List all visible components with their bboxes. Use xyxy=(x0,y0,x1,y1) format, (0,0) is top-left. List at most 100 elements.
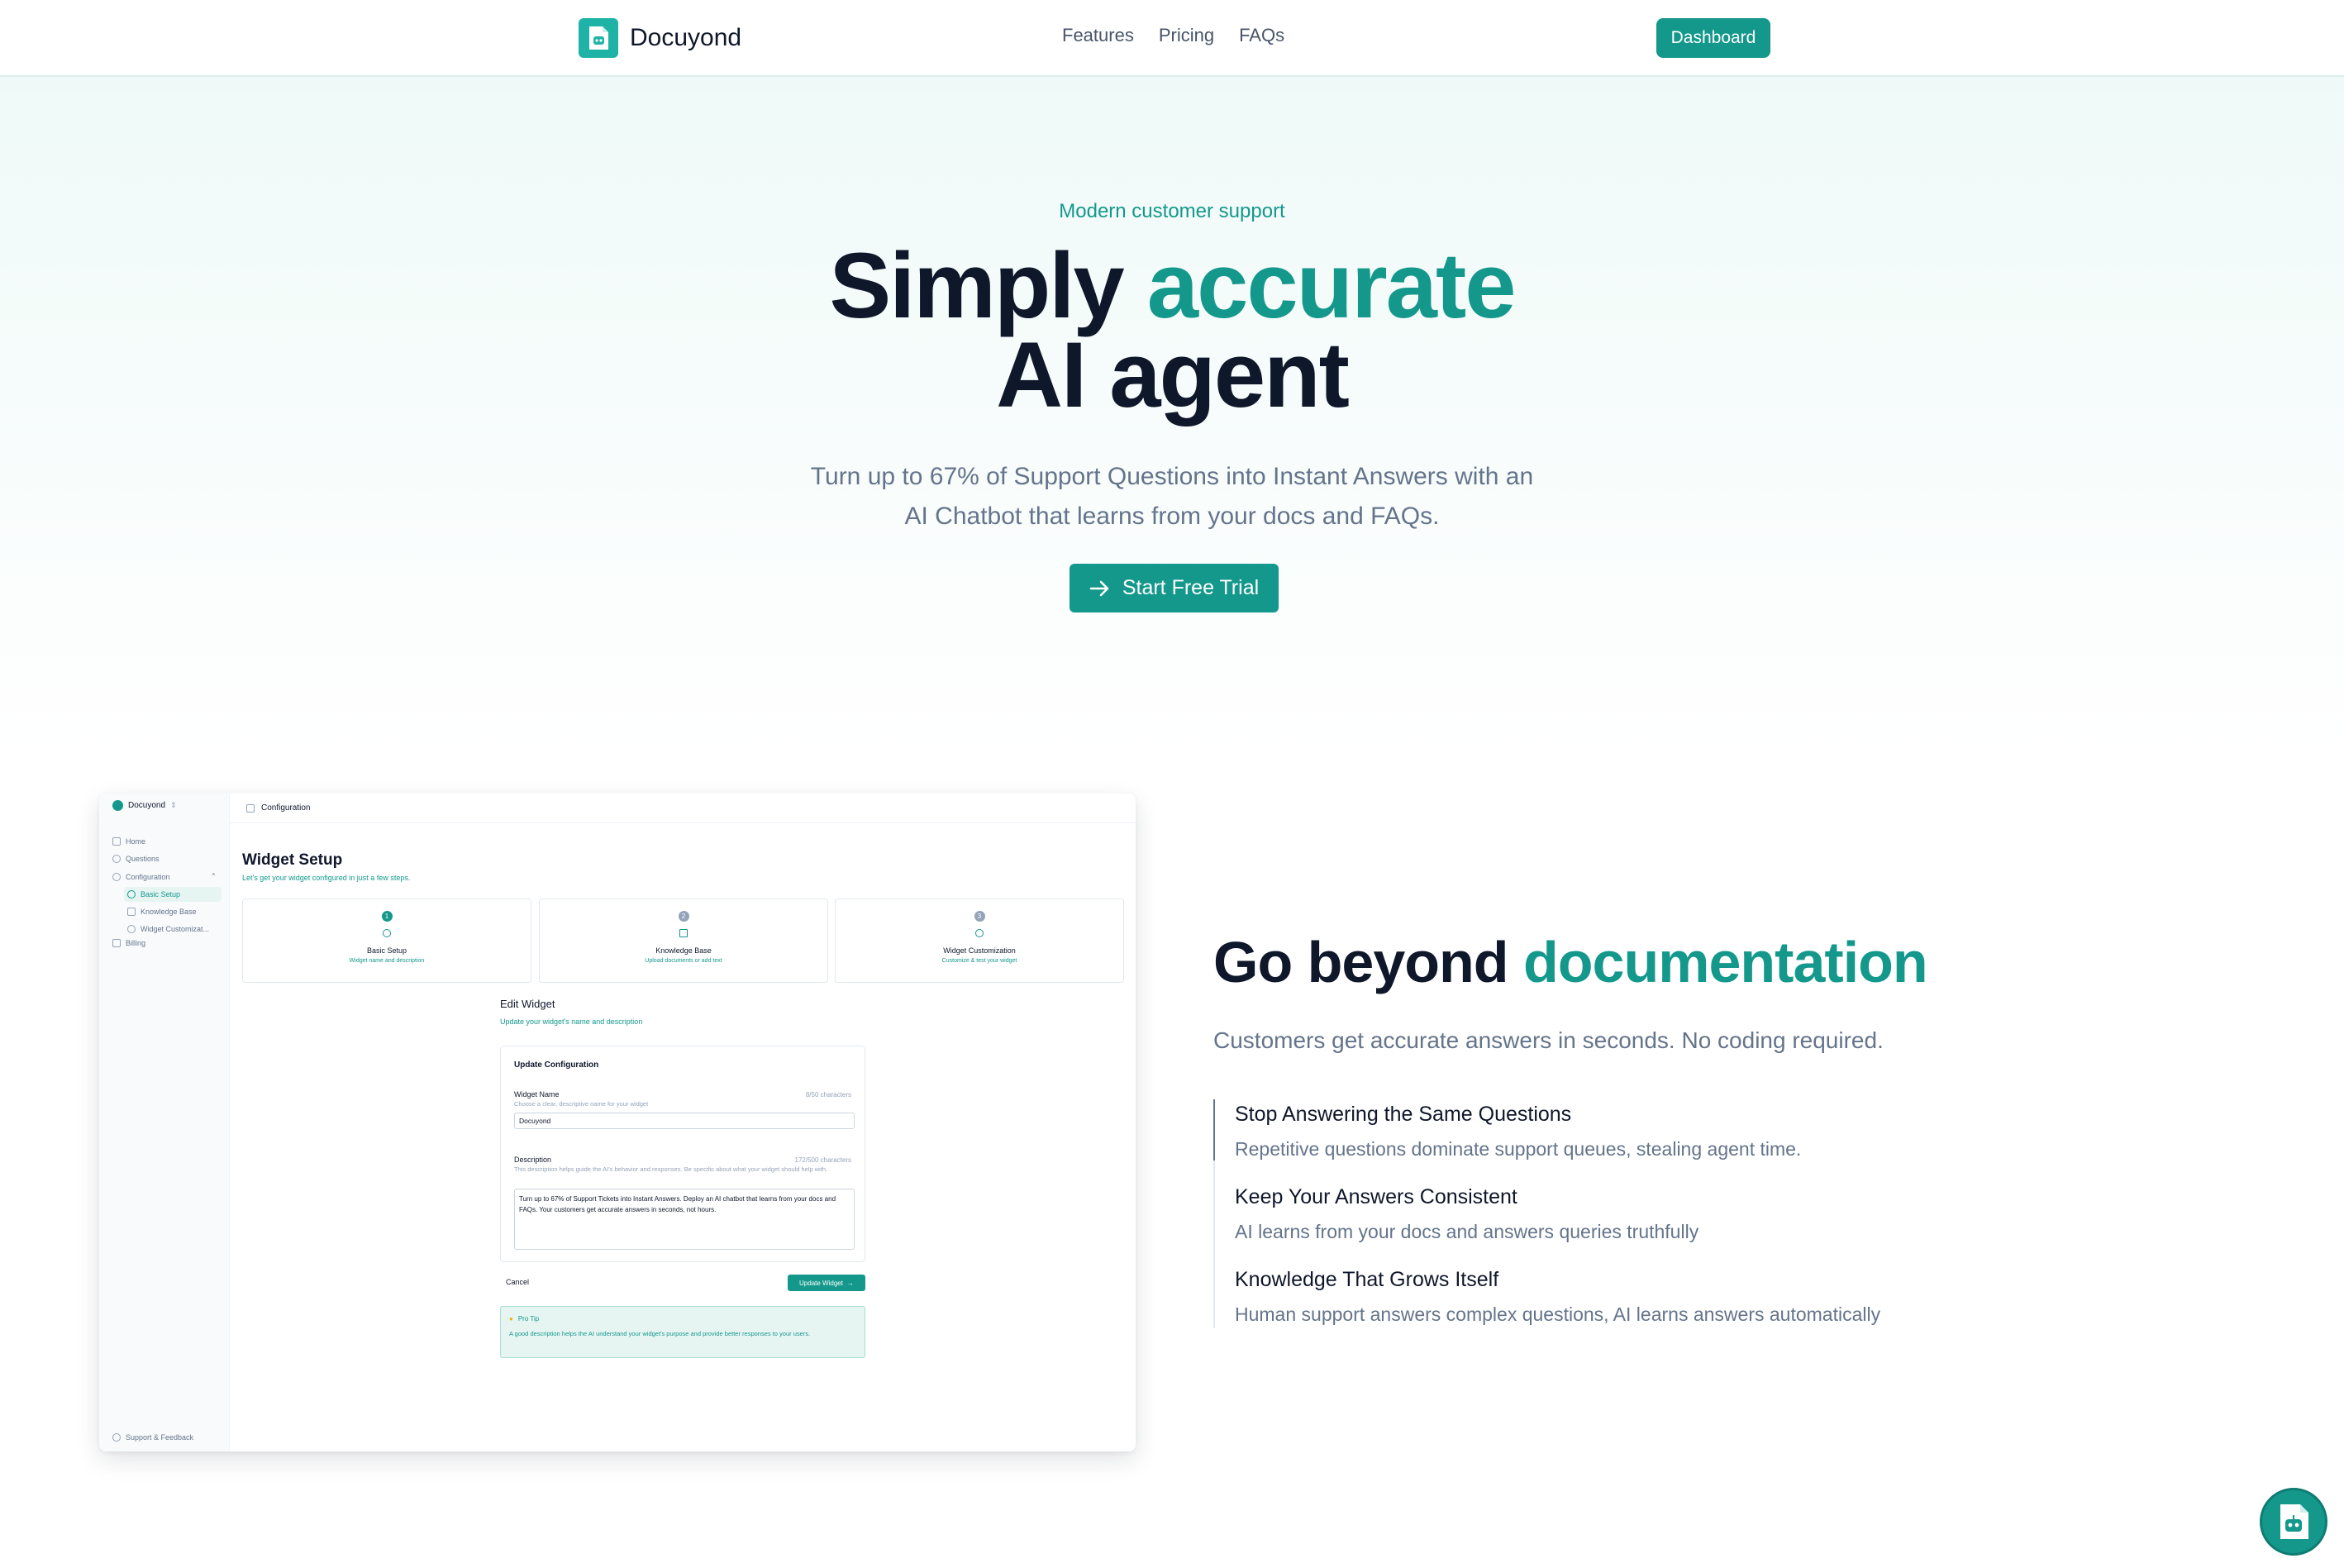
sidebar-item-widget-customization[interactable]: Widget Customizat... xyxy=(124,922,222,937)
page-title: Widget Setup xyxy=(242,851,343,869)
feature-title-accent: documentation xyxy=(1523,930,1928,994)
nav-link-faqs[interactable]: FAQs xyxy=(1239,25,1284,46)
pro-tip-box: ● Pro Tip A good description helps the A… xyxy=(500,1306,865,1358)
widget-name-help: Choose a clear, descriptive name for you… xyxy=(514,1100,649,1108)
sidebar-item-basic-setup[interactable]: Basic Setup xyxy=(124,887,222,902)
chevron-up-icon: ⌃ xyxy=(210,872,217,880)
feature-title: Go beyond documentation xyxy=(1213,929,1928,995)
shield-icon xyxy=(975,929,984,937)
app-topbar: Configuration xyxy=(230,794,1136,823)
sidebar-item-configuration[interactable]: Configuration ⌃ xyxy=(112,872,217,881)
step-number: 2 xyxy=(678,911,689,922)
step-desc: Customize & test your widget xyxy=(941,958,1017,964)
sidebar-item-label: Home xyxy=(126,837,146,846)
breadcrumb: Configuration xyxy=(246,803,310,813)
sidebar-item-label: Configuration xyxy=(126,872,170,881)
step-desc: Widget name and description xyxy=(349,958,425,964)
step-number: 3 xyxy=(974,911,985,922)
sidebar-item-billing[interactable]: Billing xyxy=(112,939,145,947)
cancel-button[interactable]: Cancel xyxy=(506,1278,529,1286)
book-icon xyxy=(679,929,688,937)
app-logo-icon xyxy=(112,800,123,811)
hero-title-accent: accurate xyxy=(1146,234,1517,337)
sidebar-item-label: Support & Feedback xyxy=(126,1433,194,1442)
feature-track-active xyxy=(1213,1099,1215,1161)
app-sidebar: Docuyond ⇕ Home Questions Configuration … xyxy=(99,794,230,1451)
top-navbar: Docuyond Features Pricing FAQs Dashboard xyxy=(0,0,2344,77)
sidebar-item-label: Billing xyxy=(126,939,146,947)
pro-tip-label: Pro Tip xyxy=(517,1315,540,1323)
step-basic-setup[interactable]: 1 Basic Setup Widget name and descriptio… xyxy=(242,898,531,983)
gear-icon xyxy=(112,872,121,881)
sidebar-item-label: Widget Customizat... xyxy=(141,925,210,933)
update-widget-button[interactable]: Update Widget → xyxy=(788,1275,865,1291)
chat-widget-button[interactable] xyxy=(2260,1488,2327,1556)
sidebar-item-questions[interactable]: Questions xyxy=(112,855,160,863)
lightbulb-icon: ● xyxy=(509,1315,513,1323)
feature-item-title: Knowledge That Grows Itself xyxy=(1235,1268,1499,1291)
feature-item-desc: AI learns from your docs and answers que… xyxy=(1235,1221,1699,1242)
hero-title: Simply accurate AI agent xyxy=(0,240,2344,422)
feature-item[interactable]: Keep Your Answers Consistent AI learns f… xyxy=(1235,1185,1698,1243)
description-label: Description xyxy=(514,1156,552,1164)
app-preview: Docuyond ⇕ Home Questions Configuration … xyxy=(99,794,1136,1451)
chat-bot-icon xyxy=(2280,1504,2308,1539)
arrow-right-icon: → xyxy=(846,1279,854,1287)
book-icon xyxy=(127,908,136,916)
step-knowledge-base[interactable]: 2 Knowledge Base Upload documents or add… xyxy=(539,898,828,983)
breadcrumb-label: Configuration xyxy=(261,803,311,813)
edit-widget-subtitle: Update your widget's name and descriptio… xyxy=(500,1018,643,1026)
step-name: Basic Setup xyxy=(366,946,407,955)
chevron-updown-icon: ⇕ xyxy=(170,801,177,809)
brand-logo[interactable]: Docuyond xyxy=(579,18,741,58)
feature-item[interactable]: Knowledge That Grows Itself Human suppor… xyxy=(1235,1268,1880,1326)
description-help: This description helps guide the AI's be… xyxy=(514,1165,828,1173)
chat-icon xyxy=(112,1433,121,1442)
feature-item-desc: Human support answers complex questions,… xyxy=(1235,1303,1881,1325)
feature-subtitle: Customers get accurate answers in second… xyxy=(1213,1027,1884,1053)
step-name: Widget Customization xyxy=(943,946,1016,955)
credit-card-icon xyxy=(112,939,121,947)
question-icon xyxy=(112,855,121,863)
widget-name-input[interactable] xyxy=(514,1113,855,1129)
widget-name-count: 8/50 characters xyxy=(805,1091,851,1099)
nav-link-features[interactable]: Features xyxy=(1062,25,1134,46)
gear-icon xyxy=(127,890,136,898)
home-icon xyxy=(112,837,121,846)
sidebar-item-label: Basic Setup xyxy=(141,890,181,898)
feature-list: Stop Answering the Same Questions Repeti… xyxy=(1213,1099,1957,1327)
step-widget-customization[interactable]: 3 Widget Customization Customize & test … xyxy=(835,898,1124,983)
sidebar-item-label: Knowledge Base xyxy=(141,908,197,916)
sidebar-toggle-icon[interactable] xyxy=(246,803,255,813)
feature-item[interactable]: Stop Answering the Same Questions Repeti… xyxy=(1235,1103,1801,1161)
step-desc: Upload documents or add text xyxy=(645,958,722,964)
feature-item-desc: Repetitive questions dominate support qu… xyxy=(1235,1138,1802,1160)
hero-title-part1: Simply xyxy=(829,234,1147,337)
logo-icon xyxy=(579,18,618,58)
sidebar-item-knowledge-base[interactable]: Knowledge Base xyxy=(124,904,222,919)
card-title: Update Configuration xyxy=(514,1060,599,1070)
main-nav: Features Pricing FAQs xyxy=(1062,25,1284,46)
gear-icon xyxy=(383,929,391,937)
shield-icon xyxy=(127,925,136,933)
cta-label: Start Free Trial xyxy=(1122,576,1260,599)
hero-subtitle: Turn up to 67% of Support Questions into… xyxy=(810,463,1534,530)
dashboard-button[interactable]: Dashboard xyxy=(1656,18,1770,58)
step-name: Knowledge Base xyxy=(655,946,712,955)
start-free-trial-button[interactable]: Start Free Trial xyxy=(1070,564,1279,612)
app-brand-name: Docuyond xyxy=(128,801,166,810)
sidebar-item-support[interactable]: Support & Feedback xyxy=(112,1433,193,1442)
nav-link-pricing[interactable]: Pricing xyxy=(1159,25,1214,46)
hero-title-line2: AI agent xyxy=(996,323,1350,427)
brand-name: Docuyond xyxy=(630,24,742,51)
app-brand: Docuyond ⇕ xyxy=(112,800,177,811)
description-count: 172/500 characters xyxy=(794,1156,852,1164)
arrow-right-icon xyxy=(1089,580,1109,596)
description-textarea[interactable]: Turn up to 67% of Support Tickets into I… xyxy=(514,1189,855,1250)
sidebar-item-home[interactable]: Home xyxy=(112,837,145,846)
update-widget-label: Update Widget xyxy=(799,1279,843,1287)
step-number: 1 xyxy=(381,911,393,922)
hero-eyebrow: Modern customer support xyxy=(1059,200,1285,222)
page-subtitle: Let's get your widget configured in just… xyxy=(242,874,411,882)
feature-item-title: Keep Your Answers Consistent xyxy=(1235,1185,1517,1208)
